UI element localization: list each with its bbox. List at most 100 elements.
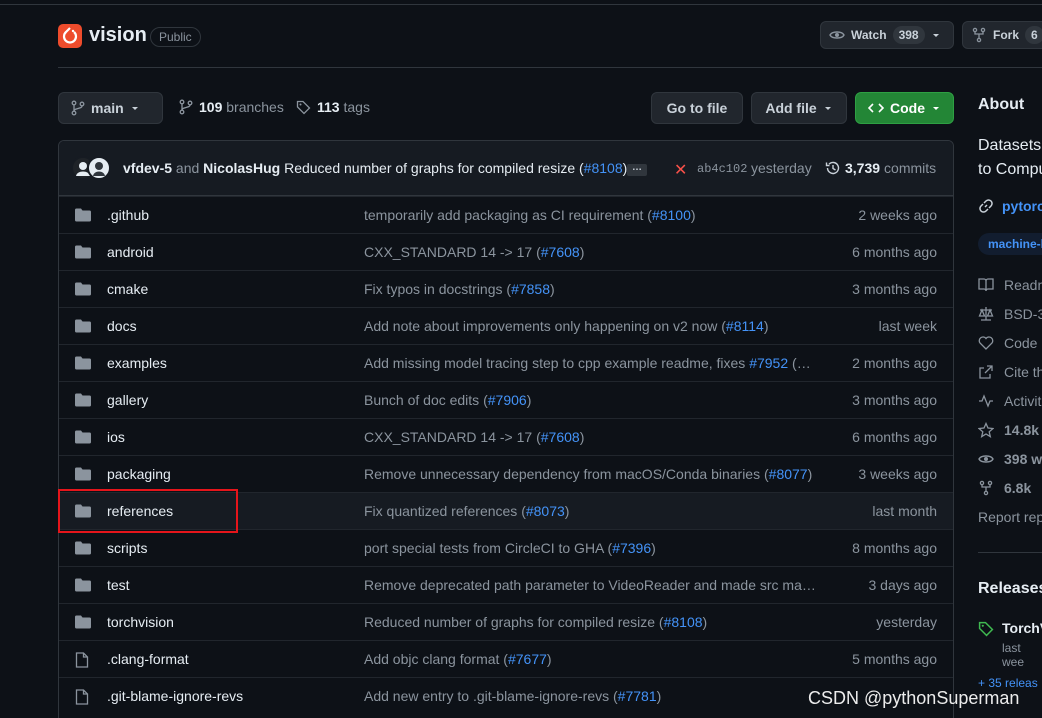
commit-pr-link[interactable]: #8073: [526, 503, 565, 519]
commit-pr-link[interactable]: #8077: [769, 466, 808, 482]
file-commit-message[interactable]: Reduced number of graphs for compiled re…: [364, 614, 707, 630]
file-row[interactable]: android CXX_STANDARD 14 -> 17 (#7608) 6 mo…: [59, 233, 953, 270]
report-repo-link[interactable]: Report rep: [978, 509, 1042, 525]
commit-pr-link[interactable]: #7906: [488, 392, 527, 408]
file-row[interactable]: packaging Remove unnecessary dependency f…: [59, 455, 953, 492]
folder-icon: [75, 467, 91, 481]
file-row[interactable]: scripts port special tests from CircleCI …: [59, 529, 953, 566]
code-of-conduct-link[interactable]: Code: [978, 335, 1037, 351]
commit-author-link[interactable]: NicolasHug: [203, 160, 280, 176]
file-name-link[interactable]: packaging: [107, 466, 171, 482]
go-to-file-button[interactable]: Go to file: [651, 92, 743, 124]
license-link[interactable]: BSD-3: [978, 306, 1042, 322]
file-name-link[interactable]: android: [107, 244, 154, 260]
commit-pr-link[interactable]: #8100: [652, 207, 691, 223]
ci-failed-icon[interactable]: ✕: [674, 160, 687, 180]
tags-link[interactable]: 113 tags: [296, 99, 370, 115]
file-name-link[interactable]: scripts: [107, 540, 147, 556]
file-name-link[interactable]: .git-blame-ignore-revs: [107, 688, 243, 704]
file-name-link[interactable]: torchvision: [107, 614, 174, 630]
file-commit-message[interactable]: Add missing model tracing step to cpp ex…: [364, 355, 816, 371]
add-file-button[interactable]: Add file: [751, 92, 847, 124]
cite-link[interactable]: Cite th: [978, 364, 1042, 380]
file-name-link[interactable]: test: [107, 577, 130, 593]
description-line: to Compu: [978, 161, 1042, 178]
commit-pr-link[interactable]: #7952: [749, 355, 788, 371]
pulse-icon: [979, 394, 993, 408]
file-commit-message[interactable]: Remove unnecessary dependency from macOS…: [364, 466, 812, 482]
commit-pr-link[interactable]: #7858: [511, 281, 550, 297]
file-commit-age: 3 months ago: [852, 281, 937, 297]
file-row[interactable]: docs Add note about improvements only hap…: [59, 307, 953, 344]
commit-message-link[interactable]: Reduced number of graphs for compiled re…: [284, 160, 584, 176]
file-row[interactable]: ios CXX_STANDARD 14 -> 17 (#7608) 6 months…: [59, 418, 953, 455]
commit-pr-link[interactable]: #7781: [618, 688, 657, 704]
file-commit-message[interactable]: Bunch of doc edits (#7906): [364, 392, 531, 408]
commit-message-text: Remove deprecated path parameter to Vide…: [364, 577, 816, 593]
branches-link[interactable]: 109 branches: [179, 99, 284, 115]
file-name-link[interactable]: cmake: [107, 281, 148, 297]
branches-count: 109: [199, 99, 223, 115]
commit-message-text: port special tests from CircleCI to GHA …: [364, 540, 613, 556]
pytorch-logo-icon[interactable]: [58, 24, 82, 48]
file-row[interactable]: test Remove deprecated path parameter to …: [59, 566, 953, 603]
folder-icon: [75, 541, 91, 555]
forks-link[interactable]: 6.8k: [978, 480, 1031, 496]
commit-pr-link[interactable]: #8114: [726, 318, 764, 334]
commit-sha-link[interactable]: ab4c102: [697, 162, 747, 176]
file-commit-age: yesterday: [876, 614, 937, 630]
file-name-link[interactable]: docs: [107, 318, 137, 334]
commit-message-end: ): [579, 244, 585, 260]
commits-history-link[interactable]: 3,739 commits: [825, 160, 936, 176]
file-name-link[interactable]: examples: [107, 355, 167, 371]
repo-name-link[interactable]: vision: [89, 24, 147, 47]
releases-heading[interactable]: Releases: [978, 580, 1042, 598]
commit-message-text: Remove unnecessary dependency from macOS…: [364, 466, 769, 482]
latest-release-link[interactable]: TorchV: [1002, 620, 1042, 636]
watch-button[interactable]: Watch 398: [820, 21, 954, 49]
file-commit-message[interactable]: Fix typos in docstrings (#7858): [364, 281, 555, 297]
commit-pr-link[interactable]: #7608: [541, 244, 580, 260]
file-name-link[interactable]: .github: [107, 207, 149, 223]
file-row[interactable]: torchvision Reduced number of graphs for …: [59, 603, 953, 640]
tags-count: 113: [317, 99, 340, 115]
file-name-link[interactable]: .clang-format: [107, 651, 189, 667]
watchers-link[interactable]: 398 w: [978, 451, 1042, 467]
activity-link[interactable]: Activit: [978, 393, 1041, 409]
file-commit-message[interactable]: Add new entry to .git-blame-ignore-revs …: [364, 688, 661, 704]
stars-link[interactable]: 14.8k: [978, 422, 1039, 438]
folder-icon: [75, 615, 91, 629]
expand-commit-button[interactable]: …: [627, 163, 647, 176]
commit-pr-link[interactable]: #7677: [508, 651, 547, 667]
file-commit-message[interactable]: temporarily add packaging as CI requirem…: [364, 207, 696, 223]
topic-tag[interactable]: machine-l: [978, 233, 1042, 255]
file-commit-message[interactable]: Add objc clang format (#7677): [364, 651, 552, 667]
file-commit-message[interactable]: CXX_STANDARD 14 -> 17 (#7608): [364, 429, 584, 445]
fork-button[interactable]: Fork 6: [962, 21, 1042, 49]
commit-pr-link[interactable]: #7608: [541, 429, 580, 445]
commit-pr-link[interactable]: #8108: [584, 160, 623, 176]
file-commit-message[interactable]: Fix quantized references (#8073): [364, 503, 569, 519]
commit-author-link[interactable]: vfdev-5: [123, 160, 172, 176]
file-name-link[interactable]: ios: [107, 429, 125, 445]
website-link[interactable]: pytorc: [978, 198, 1042, 214]
file-commit-message[interactable]: Add note about improvements only happeni…: [364, 318, 768, 334]
file-commit-message[interactable]: Remove deprecated path parameter to Vide…: [364, 577, 816, 593]
description-line: Datasets,: [978, 137, 1042, 154]
branch-selector[interactable]: main: [58, 92, 163, 124]
file-name-link[interactable]: gallery: [107, 392, 148, 408]
file-row[interactable]: .clang-format Add objc clang format (#767…: [59, 640, 953, 677]
file-commit-message[interactable]: CXX_STANDARD 14 -> 17 (#7608): [364, 244, 584, 260]
file-row[interactable]: gallery Bunch of doc edits (#7906) 3 month…: [59, 381, 953, 418]
readme-link[interactable]: Readm: [978, 277, 1042, 293]
tag-icon: [296, 100, 311, 114]
file-row[interactable]: cmake Fix typos in docstrings (#7858) 3 mo…: [59, 270, 953, 307]
commit-pr-link[interactable]: #7396: [612, 540, 651, 556]
code-button[interactable]: Code: [855, 92, 954, 124]
commit-pr-link[interactable]: #8108: [664, 614, 703, 630]
file-row[interactable]: examples Add missing model tracing step t…: [59, 344, 953, 381]
file-row[interactable]: .github temporarily add packaging as CI r…: [59, 196, 953, 233]
commit-message-text: temporarily add packaging as CI requirem…: [364, 207, 652, 223]
file-commit-message[interactable]: port special tests from CircleCI to GHA …: [364, 540, 656, 556]
avatar[interactable]: [87, 156, 111, 180]
